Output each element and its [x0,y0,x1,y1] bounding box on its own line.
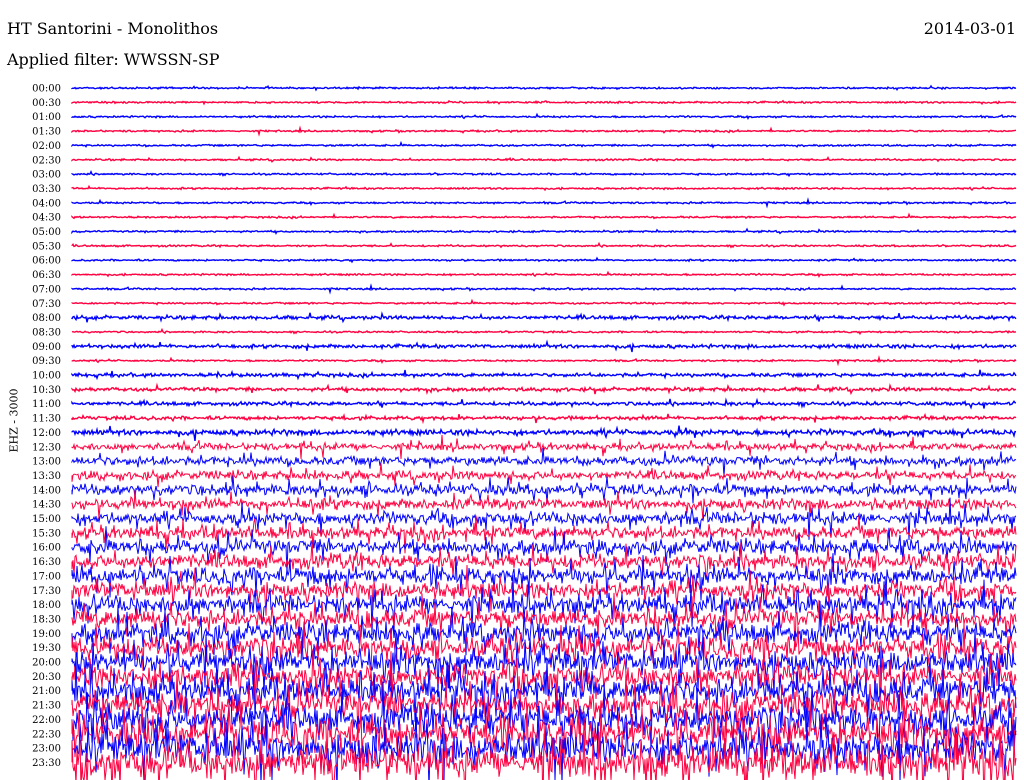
row-time-label: 15:30 [32,528,61,539]
trace-row [71,369,1017,381]
trace-row [71,425,1017,442]
row-time-label: 16:00 [32,543,61,554]
row-time-label: 13:30 [32,471,61,482]
row-time-label: 04:00 [32,198,61,209]
row-time-label: 08:00 [32,313,61,324]
row-time-label: 00:30 [32,98,61,109]
trace-row [71,140,1017,149]
trace-row [71,169,1017,178]
row-time-label: 14:30 [32,500,61,511]
trace-row [71,298,1017,307]
row-time-label: 23:00 [32,744,61,755]
trace-row [71,574,1017,636]
row-time-label: 06:00 [32,256,61,267]
trace-row [71,354,1017,367]
row-time-label: 08:30 [32,327,61,338]
row-time-label: 02:00 [32,141,61,152]
trace-row [71,112,1017,121]
row-time-label: 18:30 [32,614,61,625]
row-time-label: 07:00 [32,284,61,295]
row-time-label: 17:30 [32,586,61,597]
row-time-label: 15:00 [32,514,61,525]
row-time-label: 12:00 [32,428,61,439]
row-time-label: 20:00 [32,658,61,669]
trace-row [71,84,1017,92]
row-time-label: 09:00 [32,342,61,353]
trace-row [71,327,1016,336]
row-time-label: 04:30 [32,213,61,224]
row-time-label: 10:30 [32,385,61,396]
trace-row [71,184,1017,192]
row-time-label: 21:30 [32,701,61,712]
trace-row [71,382,1017,396]
row-time-label: 18:00 [32,600,61,611]
trace-row [71,311,1017,324]
trace-row [71,197,1017,209]
row-time-label: 17:00 [32,571,61,582]
trace-row [71,339,1017,353]
row-time-label: 20:30 [32,672,61,683]
row-time-label: 00:00 [32,84,61,95]
row-time-label: 19:00 [32,629,61,640]
trace-row [71,397,1017,410]
row-time-label: 16:30 [32,557,61,568]
trace-row [71,125,1017,137]
row-time-label: 10:00 [32,371,61,382]
row-time-label: 21:00 [32,686,61,697]
row-time-label: 05:00 [32,227,61,238]
row-time-label: 11:00 [32,399,61,410]
trace-row [71,155,1017,163]
row-time-label: 22:30 [32,729,61,740]
trace-row [71,227,1017,235]
row-time-label: 22:00 [32,715,61,726]
trace-row [71,270,1016,278]
trace-row [71,241,1017,249]
row-time-label: 03:00 [32,170,61,181]
row-time-label: 13:00 [32,457,61,468]
row-time-label: 09:30 [32,356,61,367]
row-time-label: 19:30 [32,643,61,654]
row-time-label: 01:00 [32,112,61,123]
row-time-label: 14:00 [32,485,61,496]
trace-row [71,256,1017,264]
trace-row [71,212,1017,221]
row-time-label: 07:30 [32,299,61,310]
row-time-label: 11:30 [32,414,61,425]
row-time-label: 23:30 [32,758,61,769]
helicorder-plot: 00:00 00:30 01:00 01:30 02:00 02:30 03:00 03:30… [32,84,1017,780]
row-time-label: 06:30 [32,270,61,281]
row-time-label: 05:30 [32,241,61,252]
row-time-label: 02:30 [32,155,61,166]
trace-row [71,99,1017,106]
row-time-label: 03:30 [32,184,61,195]
trace-row [71,448,1017,478]
trace-row [71,283,1017,295]
row-time-label: 12:30 [32,442,61,453]
trace-row [71,412,1017,425]
row-time-label: 01:30 [32,127,61,138]
